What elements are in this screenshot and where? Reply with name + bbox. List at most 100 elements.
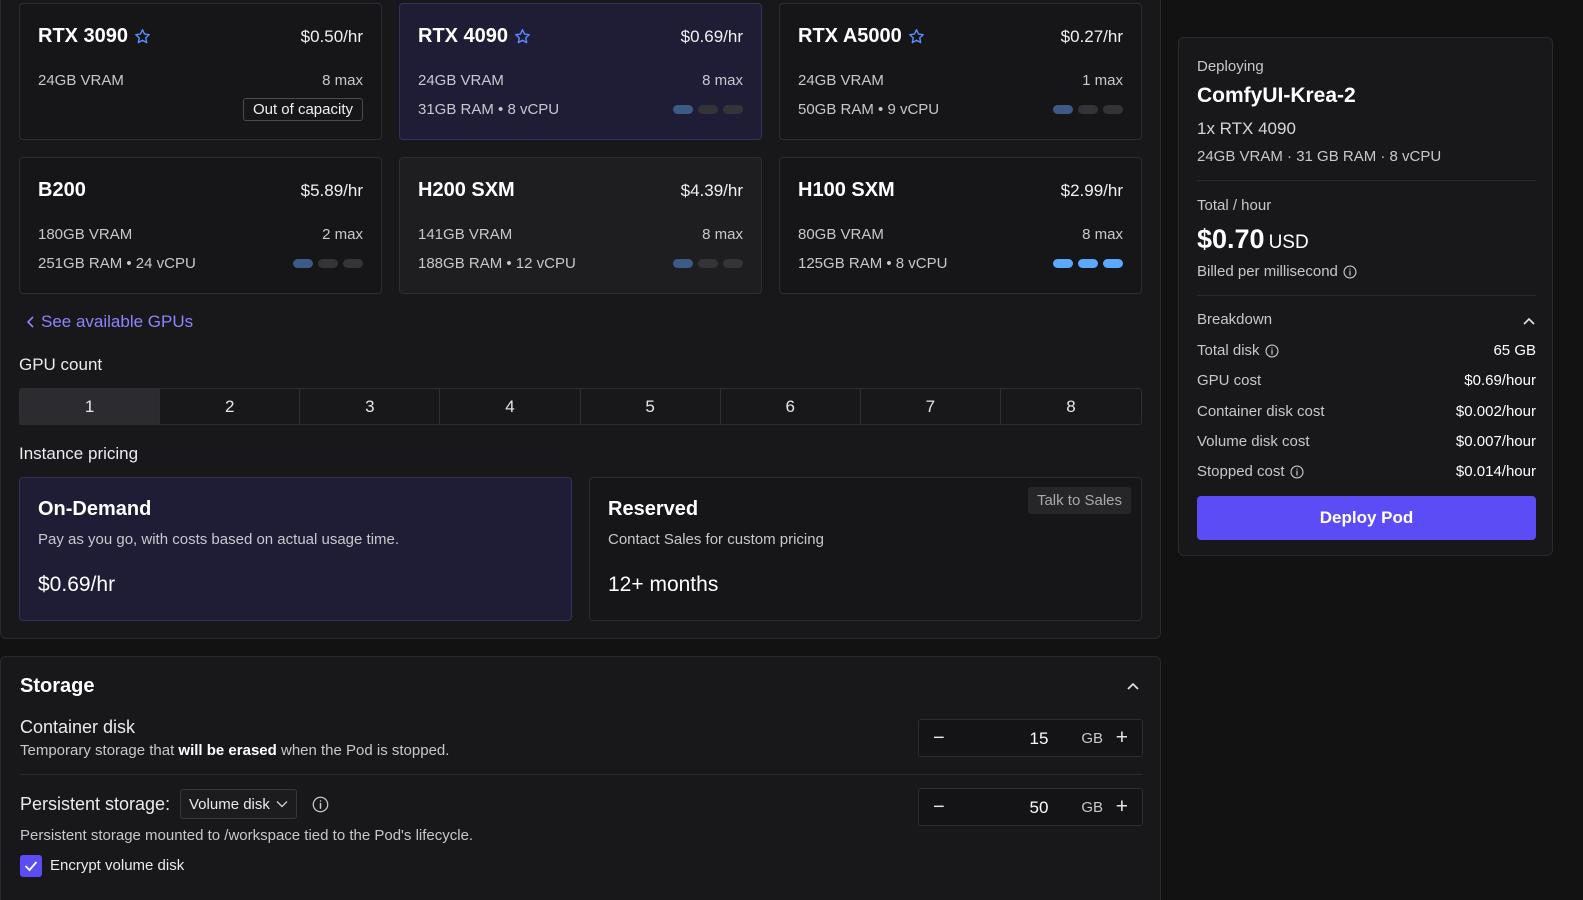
gpu-name: RTX A5000 [798,25,902,47]
row-value: $0.69/hour [1464,372,1536,389]
availability-bar [343,259,363,268]
breakdown-header[interactable]: Breakdown [1197,311,1536,328]
gpu-vram: 80GB VRAM [798,226,884,243]
volume-disk-input[interactable]: 50 [1019,798,1059,818]
deploying-label: Deploying [1197,58,1264,75]
availability-bar [318,259,338,268]
container-disk-stepper: − 15 GB + [918,719,1143,757]
availability-bar [1078,105,1098,114]
persistent-storage-select[interactable]: Volume disk [180,789,297,819]
gpu-price: $2.99/hr [1060,181,1123,200]
pricing-reserved-card[interactable]: Reserved Contact Sales for custom pricin… [589,477,1142,621]
gpu-name: H100 SXM [798,179,895,201]
gpu-count-option-7[interactable]: 7 [861,389,1001,424]
gpu-max: 8 max [1082,226,1123,243]
availability-bar [698,259,718,268]
out-of-capacity-badge: Out of capacity [242,98,363,121]
row-value: $0.014/hour [1455,463,1536,480]
gpu-name: B200 [38,179,86,201]
breakdown-row-gpu-cost: GPU cost $0.69/hour [1197,372,1536,389]
instance-pricing-label: Instance pricing [19,444,139,463]
container-disk-description: Temporary storage that will be erased wh… [20,742,449,759]
availability-bar [1103,259,1123,268]
info-icon[interactable] [1290,464,1304,479]
gpu-price: $0.27/hr [1060,27,1123,46]
chevron-down-icon [276,801,288,808]
billing-text: Billed per millisecond [1197,263,1338,280]
encrypt-volume-checkbox[interactable] [20,855,42,877]
availability-bar [673,105,693,114]
gpu-count-option-1[interactable]: 1 [20,389,161,424]
gpu-price: $0.69/hr [680,27,743,46]
decrement-button[interactable]: − [933,796,945,819]
talk-to-sales-button[interactable]: Talk to Sales [1027,487,1131,514]
gpu-max: 2 max [322,226,363,243]
gpu-ram-cpu: 251GB RAM • 24 vCPU [38,255,196,272]
row-value: $0.002/hour [1455,403,1536,420]
availability-bar [1103,105,1123,114]
gpu-card-rtx-4090[interactable]: RTX 4090 $0.69/hr 24GB VRAM 8 max 31GB R… [399,3,762,140]
info-icon[interactable] [1265,343,1279,358]
container-disk-input[interactable]: 15 [1019,729,1059,749]
star-icon[interactable] [908,28,925,45]
deploy-pod-button[interactable]: Deploy Pod [1197,496,1536,540]
gpu-count-option-8[interactable]: 8 [1001,389,1141,424]
encrypt-volume-label: Encrypt volume disk [50,857,185,874]
gpu-count-option-4[interactable]: 4 [440,389,581,424]
info-icon[interactable] [312,796,329,813]
increment-button[interactable]: + [1116,795,1128,819]
breakdown-row-volume-disk-cost: Volume disk cost $0.007/hour [1197,433,1536,450]
row-value: $0.007/hour [1455,433,1536,450]
gpu-max: 8 max [702,72,743,89]
info-icon[interactable] [1343,264,1357,279]
gpu-card-h100-sxm[interactable]: H100 SXM $2.99/hr 80GB VRAM 8 max 125GB … [779,157,1142,294]
gpu-count-option-5[interactable]: 5 [581,389,721,424]
gpu-card-rtx-a5000[interactable]: RTX A5000 $0.27/hr 24GB VRAM 1 max 50GB … [779,3,1142,140]
divider [20,774,1143,775]
persistent-storage-label: Persistent storage: [20,794,171,814]
row-value: 65 GB [1493,342,1536,359]
gpu-count-option-3[interactable]: 3 [300,389,441,424]
persistent-storage-description: Persistent storage mounted to /workspace… [20,827,474,844]
gpu-max: 8 max [322,72,363,89]
decrement-button[interactable]: − [933,727,945,750]
chevron-up-icon[interactable] [1522,314,1536,328]
row-label: Container disk cost [1197,403,1325,420]
row-label: GPU cost [1197,372,1262,389]
see-available-gpus-link[interactable]: See available GPUs [26,312,193,332]
container-disk-label: Container disk [20,717,136,737]
gpu-vram: 141GB VRAM [418,226,513,243]
gpu-max: 1 max [1082,72,1123,89]
gpu-name: RTX 3090 [38,25,129,47]
increment-button[interactable]: + [1116,726,1128,750]
total-hour-label: Total / hour [1197,197,1272,214]
row-label: Volume disk cost [1197,433,1310,450]
availability-bars [293,259,363,268]
availability-bars [673,105,743,114]
availability-bars [1053,259,1123,268]
deploy-summary-panel: Deploying ComfyUI-Krea-2 1x RTX 4090 24G… [1178,37,1553,556]
unit-label: GB [1081,730,1103,747]
star-icon[interactable] [134,28,151,45]
storage-panel: Storage Container disk Temporary storage… [0,656,1161,900]
gpu-vram: 180GB VRAM [38,226,133,243]
star-icon[interactable] [514,28,531,45]
gpu-price: $0.50/hr [300,27,363,46]
chevron-left-icon [26,316,34,328]
chevron-up-icon[interactable] [1126,679,1140,693]
divider [1197,295,1536,296]
availability-bar [698,105,718,114]
gpu-count-option-6[interactable]: 6 [721,389,861,424]
gpu-card-b200[interactable]: B200 $5.89/hr 180GB VRAM 2 max 251GB RAM… [19,157,382,294]
breakdown-row-container-disk-cost: Container disk cost $0.002/hour [1197,403,1536,420]
gpu-ram-cpu: 31GB RAM • 8 vCPU [418,101,560,118]
row-label: Total disk [1197,342,1260,359]
gpu-count-option-2[interactable]: 2 [160,389,301,424]
unit-label: GB [1081,799,1103,816]
currency: USD [1268,232,1309,253]
pricing-description: Pay as you go, with costs based on actua… [38,531,400,548]
gpu-card-h200-sxm[interactable]: H200 SXM $4.39/hr 141GB VRAM 8 max 188GB… [399,157,762,294]
pricing-on-demand-card[interactable]: On-Demand Pay as you go, with costs base… [19,477,572,621]
storage-title: Storage [20,675,95,697]
gpu-card-rtx-3090[interactable]: RTX 3090 $0.50/hr 24GB VRAM 8 max Out of… [19,3,382,140]
